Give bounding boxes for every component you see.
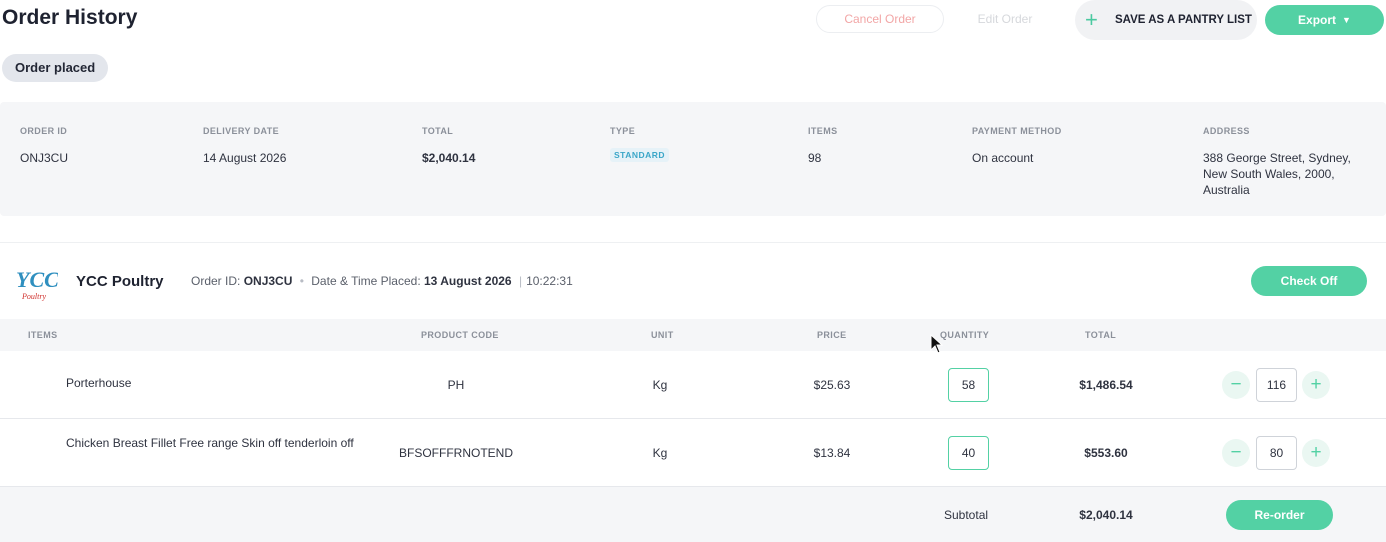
table-row: Porterhouse PH Kg $25.63 58 $1,486.54 − … (0, 351, 1386, 419)
cancel-order-button[interactable]: Cancel Order (816, 5, 944, 33)
export-label: Export (1298, 13, 1337, 27)
meta-placed-date: 13 August 2026 (424, 274, 512, 288)
address-label: ADDRESS (1203, 126, 1250, 136)
quantity-field[interactable]: 58 (948, 368, 989, 402)
item-unit: Kg (652, 378, 668, 392)
logo-sub: Poultry (21, 292, 46, 301)
payment-label: PAYMENT METHOD (972, 126, 1062, 136)
supplier-order-meta: Order ID: ONJ3CU • Date & Time Placed: 1… (191, 274, 573, 288)
save-pantry-list-label: SAVE AS A PANTRY LIST (1115, 14, 1252, 26)
item-code: BFSOFFFRNOTEND (399, 446, 513, 460)
order-id-value: ONJ3CU (20, 151, 69, 165)
item-name: Porterhouse (66, 376, 132, 390)
type-label: TYPE (610, 126, 636, 136)
table-header: ITEMS PRODUCT CODE UNIT PRICE QUANTITY T… (0, 319, 1386, 351)
total-label: TOTAL (422, 126, 454, 136)
item-price: $25.63 (813, 378, 851, 392)
meta-placed-time: 10:22:31 (526, 274, 573, 288)
item-unit: Kg (652, 446, 668, 460)
summary-order-id: ORDER ID ONJ3CU (20, 126, 68, 166)
meta-dot: • (299, 274, 304, 288)
order-summary: ORDER ID ONJ3CU DELIVERY DATE 14 August … (0, 102, 1386, 216)
summary-payment: PAYMENT METHOD On account (972, 126, 1062, 166)
meta-order-id-label: Order ID: (191, 274, 241, 288)
order-footer: Subtotal $2,040.14 Re-order (0, 487, 1386, 542)
address-value: 388 George Street, Sydney, New South Wal… (1203, 150, 1351, 198)
subtotal-value: $2,040.14 (1079, 508, 1133, 522)
save-pantry-list-button[interactable]: + SAVE AS A PANTRY LIST (1075, 0, 1257, 40)
item-total: $553.60 (1084, 446, 1128, 460)
items-value: 98 (808, 151, 822, 165)
supplier-name: YCC Poultry (76, 273, 164, 290)
supplier-logo: YCC Poultry (16, 267, 58, 301)
item-name: Chicken Breast Fillet Free range Skin of… (66, 436, 354, 450)
col-total: TOTAL (1085, 330, 1117, 340)
page-title: Order History (2, 6, 138, 29)
supplier-order-card: YCC Poultry YCC Poultry Order ID: ONJ3CU… (0, 242, 1386, 542)
meta-order-id: ONJ3CU (243, 274, 293, 288)
item-code: PH (447, 378, 465, 392)
address-line: New South Wales, 2000, (1203, 167, 1335, 181)
summary-delivery-date: DELIVERY DATE 14 August 2026 (203, 126, 286, 166)
export-button[interactable]: Export ▼ (1265, 5, 1384, 35)
edit-order-button[interactable]: Edit Order (966, 5, 1044, 33)
check-off-button[interactable]: Check Off (1251, 266, 1367, 296)
quantity-field[interactable]: 40 (948, 436, 989, 470)
increment-button[interactable]: + (1302, 371, 1330, 399)
decrement-button[interactable]: − (1222, 371, 1250, 399)
items-label: ITEMS (808, 126, 838, 136)
chevron-down-icon: ▼ (1342, 15, 1351, 25)
status-badge: Order placed (2, 54, 109, 82)
col-unit: UNIT (651, 330, 674, 340)
summary-items: ITEMS 98 (808, 126, 838, 166)
summary-total: TOTAL $2,040.14 (422, 126, 475, 166)
address-line: Australia (1203, 183, 1250, 197)
meta-divider: | (518, 274, 523, 288)
decrement-button[interactable]: − (1222, 439, 1250, 467)
reorder-button[interactable]: Re-order (1226, 500, 1333, 530)
summary-type: TYPE STANDARD (610, 126, 670, 163)
delivery-date-value: 14 August 2026 (203, 151, 287, 165)
summary-address: ADDRESS 388 George Street, Sydney, New S… (1203, 126, 1351, 198)
table-row: Chicken Breast Fillet Free range Skin of… (0, 419, 1386, 487)
item-total: $1,486.54 (1079, 378, 1133, 392)
payment-value: On account (972, 151, 1034, 165)
col-price: PRICE (817, 330, 847, 340)
logo-text: YCC (16, 267, 58, 292)
increment-button[interactable]: + (1302, 439, 1330, 467)
col-items: ITEMS (28, 330, 58, 340)
item-price: $13.84 (813, 446, 851, 460)
subtotal-label: Subtotal (944, 508, 989, 522)
reorder-quantity-input[interactable]: 116 (1256, 368, 1297, 402)
total-value: $2,040.14 (422, 151, 476, 165)
address-line: 388 George Street, Sydney, (1203, 151, 1351, 165)
type-badge: STANDARD (610, 148, 670, 162)
meta-placed-label: Date & Time Placed: (311, 274, 421, 288)
col-quantity: QUANTITY (940, 330, 990, 340)
delivery-date-label: DELIVERY DATE (203, 126, 280, 136)
reorder-quantity-input[interactable]: 80 (1256, 436, 1297, 470)
mouse-cursor-icon (930, 334, 944, 354)
plus-icon: + (1085, 7, 1098, 32)
col-product-code: PRODUCT CODE (421, 330, 499, 340)
order-id-label: ORDER ID (20, 126, 68, 136)
